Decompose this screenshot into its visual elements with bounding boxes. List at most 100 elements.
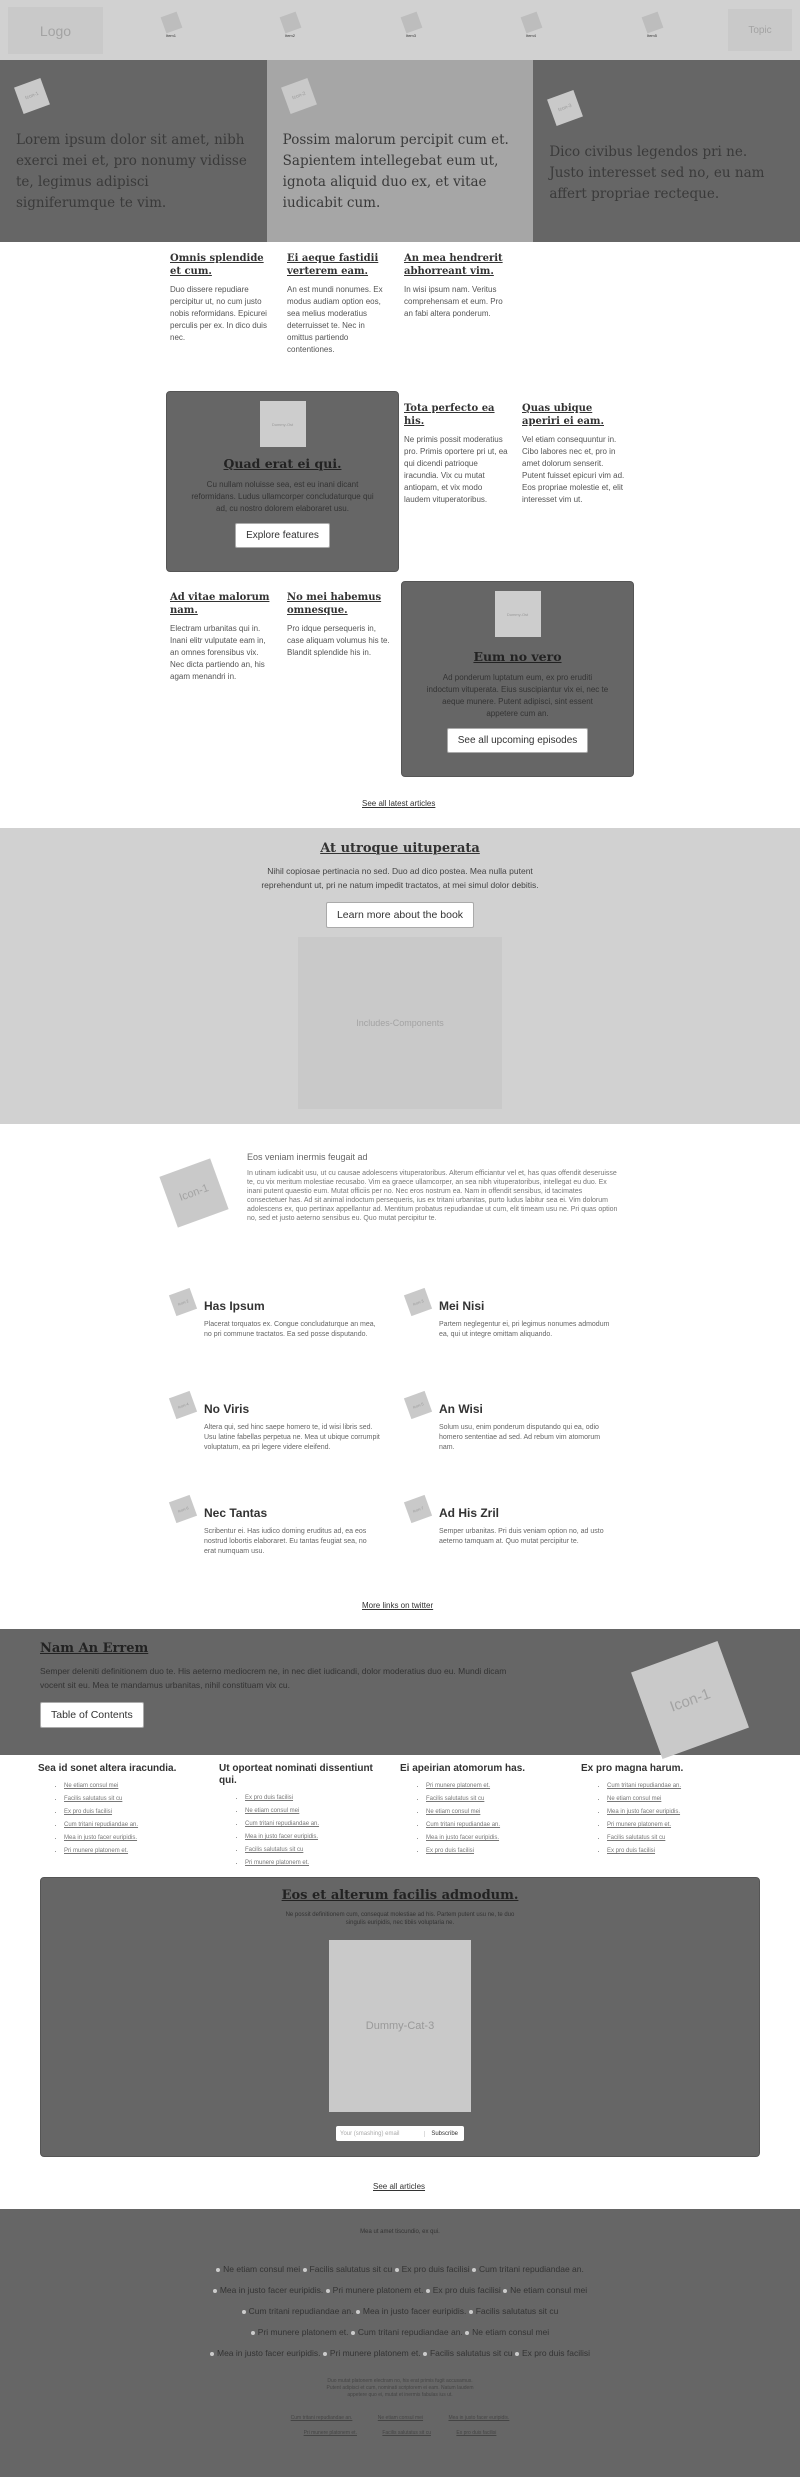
feature-item: Icon-4 No Viris Altera qui, sed hinc sae… — [168, 1390, 380, 1453]
list-link[interactable]: Ex pro duis facilisi — [607, 1848, 655, 1854]
intro-heading: Eos veniam inermis feugait ad — [247, 1152, 368, 1162]
list-link[interactable]: Cum tritani repudiandae an. — [64, 1822, 138, 1828]
list-link[interactable]: Ne etiam consul mei — [607, 1796, 661, 1802]
feature-item-title: Mei Nisi — [439, 1299, 485, 1313]
explore-features-button[interactable]: Explore features — [235, 523, 330, 548]
article-card: An mea hendrerit abhorreant vim. In wisi… — [404, 252, 508, 320]
article-body: Pro idque persequeris in, case aliquam v… — [287, 624, 390, 657]
list-link[interactable]: Mea in justo facer euripidis. — [245, 1834, 318, 1840]
footer-link[interactable]: Pri munere platonem et. — [304, 2426, 357, 2441]
list-link[interactable]: Facilis salutatus sit cu — [607, 1835, 665, 1841]
footer-tags: Ne etiam consul mei Facilis salutatus si… — [210, 2259, 590, 2364]
link-list-column: Ut oporteat nominati dissentiunt qui. Ex… — [219, 1755, 400, 1889]
list-link[interactable]: Pri munere platonem et. — [607, 1822, 671, 1828]
article-title[interactable]: Tota perfecto ea his. — [404, 402, 508, 428]
footer-tag[interactable]: Pri munere platonem et. — [251, 2327, 349, 2337]
nav-item-2[interactable]: Item2 — [279, 11, 301, 38]
footer-tag[interactable]: Ex pro duis facilisi — [395, 2264, 470, 2274]
more-links-twitter-link[interactable]: More links on twitter — [362, 1601, 433, 1610]
nav-label: Item5 — [646, 33, 657, 38]
nav-icon — [641, 11, 663, 34]
hero-column-3: Icon-3 Dico civibus legendos pri ne. Jus… — [533, 60, 800, 242]
link-lists: Sea id sonet altera iracundia. Ne etiam … — [0, 1755, 800, 1889]
footer-link[interactable]: Mea in justo facer euripidis. — [448, 2411, 509, 2426]
footer-tag[interactable]: Facilis salutatus sit cu — [423, 2348, 513, 2358]
about-title: At utroque uituperata — [320, 841, 480, 856]
email-input[interactable]: Your (smashing) email — [336, 2131, 424, 2137]
list-link[interactable]: Cum tritani repudiandae an. — [245, 1821, 319, 1827]
article-card: Ad vitae malorum nam. Electram urbanitas… — [170, 591, 274, 683]
logo[interactable]: Logo — [8, 7, 103, 54]
footer-tag[interactable]: Mea in justo facer euripidis. — [210, 2348, 320, 2358]
footer-tag[interactable]: Pri munere platonem et. — [326, 2285, 424, 2295]
footer-tag[interactable]: Facilis salutatus sit cu — [469, 2306, 559, 2316]
footer-tag[interactable]: Cum tritani repudiandae an. — [242, 2306, 354, 2316]
footer-tag[interactable]: Ne etiam consul mei — [503, 2285, 587, 2295]
footer-link[interactable]: Cum tritani repudiandae an. — [291, 2411, 353, 2426]
list-link[interactable]: Ne etiam consul mei — [426, 1809, 480, 1815]
list-link[interactable]: Ne etiam consul mei — [245, 1808, 299, 1814]
feature-card: Dummy-Ost Quad erat ei qui. Cu nullam no… — [166, 391, 399, 572]
article-title[interactable]: No mei habemus omnesque. — [287, 591, 391, 617]
article-title[interactable]: Ad vitae malorum nam. — [170, 591, 274, 617]
learn-more-button[interactable]: Learn more about the book — [325, 902, 475, 928]
list-link[interactable]: Ex pro duis facilisi — [245, 1795, 293, 1801]
newsletter-image: Dummy-Cat-3 — [329, 1940, 471, 2112]
article-title[interactable]: An mea hendrerit abhorreant vim. — [404, 252, 508, 278]
article-title[interactable]: Ei aeque fastidii verterem eam. — [287, 252, 391, 278]
list-link[interactable]: Ne etiam consul mei — [64, 1783, 118, 1789]
hero-icon: Icon-3 — [547, 90, 584, 126]
see-all-articles-link[interactable]: See all articles — [373, 2182, 425, 2191]
article-card: Omnis splendide et cum. Duo dissere repu… — [170, 252, 274, 344]
footer-tag[interactable]: Ex pro duis facilisi — [426, 2285, 501, 2295]
article-card: Tota perfecto ea his. Ne primis possit m… — [404, 402, 508, 506]
list-link[interactable]: Facilis salutatus sit cu — [64, 1796, 122, 1802]
article-title[interactable]: Omnis splendide et cum. — [170, 252, 274, 278]
feature-title[interactable]: Eum no vero — [402, 649, 633, 664]
footer-tag[interactable]: Cum tritani repudiandae an. — [472, 2264, 584, 2274]
subscribe-button[interactable]: Subscribe — [424, 2130, 464, 2137]
nav-item-3[interactable]: Item3 — [400, 11, 422, 38]
list-link[interactable]: Facilis salutatus sit cu — [245, 1847, 303, 1853]
article-card: Ei aeque fastidii verterem eam. An est m… — [287, 252, 391, 356]
list-link[interactable]: Facilis salutatus sit cu — [426, 1796, 484, 1802]
article-body: Duo dissere repudiare percipitur ut, no … — [170, 285, 267, 342]
nav-item-1[interactable]: Item1 — [160, 11, 182, 38]
article-title[interactable]: Quas ubique aperiri ei eam. — [522, 402, 626, 428]
feature-item: Icon-5 An Wisi Solum usu, enim ponderum … — [403, 1390, 615, 1453]
footer-tag[interactable]: Cum tritani repudiandae an. — [351, 2327, 463, 2337]
nav-label: Item3 — [405, 33, 416, 38]
list-link[interactable]: Pri munere platonem et. — [64, 1848, 128, 1854]
topic-button[interactable]: Topic — [728, 9, 792, 51]
list-link[interactable]: Mea in justo facer euripidis. — [607, 1809, 680, 1815]
footer-link[interactable]: Ne etiam consul mei — [378, 2411, 423, 2426]
footer-tag[interactable]: Pri munere platonem et. — [323, 2348, 421, 2358]
footer-tag[interactable]: Facilis salutatus sit cu — [303, 2264, 393, 2274]
footer-tag[interactable]: Ne etiam consul mei — [216, 2264, 300, 2274]
list-link[interactable]: Cum tritani repudiandae an. — [607, 1783, 681, 1789]
list-link[interactable]: Cum tritani repudiandae an. — [426, 1822, 500, 1828]
list-link[interactable]: Pri munere platonem et. — [426, 1783, 490, 1789]
feature-item: Icon-2 Has Ipsum Placerat torquatos ex. … — [168, 1287, 380, 1340]
article-body: Ne primis possit moderatius pro. Primis … — [404, 435, 508, 504]
feature-title[interactable]: Quad erat ei qui. — [167, 456, 398, 471]
footer-heading: Mea ut amet tiscundio, ex qui. — [360, 2229, 440, 2235]
list-link[interactable]: Mea in justo facer euripidis. — [64, 1835, 137, 1841]
footer-tag[interactable]: Ne etiam consul mei — [465, 2327, 549, 2337]
see-upcoming-episodes-button[interactable]: See all upcoming episodes — [446, 728, 589, 753]
footer-link[interactable]: Ex pro duis facilisi — [456, 2426, 496, 2441]
footer-link[interactable]: Facilis salutatus sit cu — [382, 2426, 431, 2441]
list-link[interactable]: Ex pro duis facilisi — [426, 1848, 474, 1854]
list-link[interactable]: Mea in justo facer euripidis. — [426, 1835, 499, 1841]
footer-tag[interactable]: Mea in justo facer euripidis. — [356, 2306, 466, 2316]
see-latest-articles-link[interactable]: See all latest articles — [362, 799, 435, 808]
footer-tag[interactable]: Ex pro duis facilisi — [515, 2348, 590, 2358]
nav-label: Item2 — [284, 33, 295, 38]
list-link[interactable]: Pri munere platonem et. — [245, 1860, 309, 1866]
table-of-contents-button[interactable]: Table of Contents — [40, 1702, 144, 1728]
nav-item-5[interactable]: Item5 — [641, 11, 663, 38]
footer-tag[interactable]: Mea in justo facer euripidis. — [213, 2285, 323, 2295]
list-link[interactable]: Ex pro duis facilisi — [64, 1809, 112, 1815]
feature-image: Dummy-Ost — [259, 401, 306, 447]
nav-item-4[interactable]: Item4 — [520, 11, 542, 38]
